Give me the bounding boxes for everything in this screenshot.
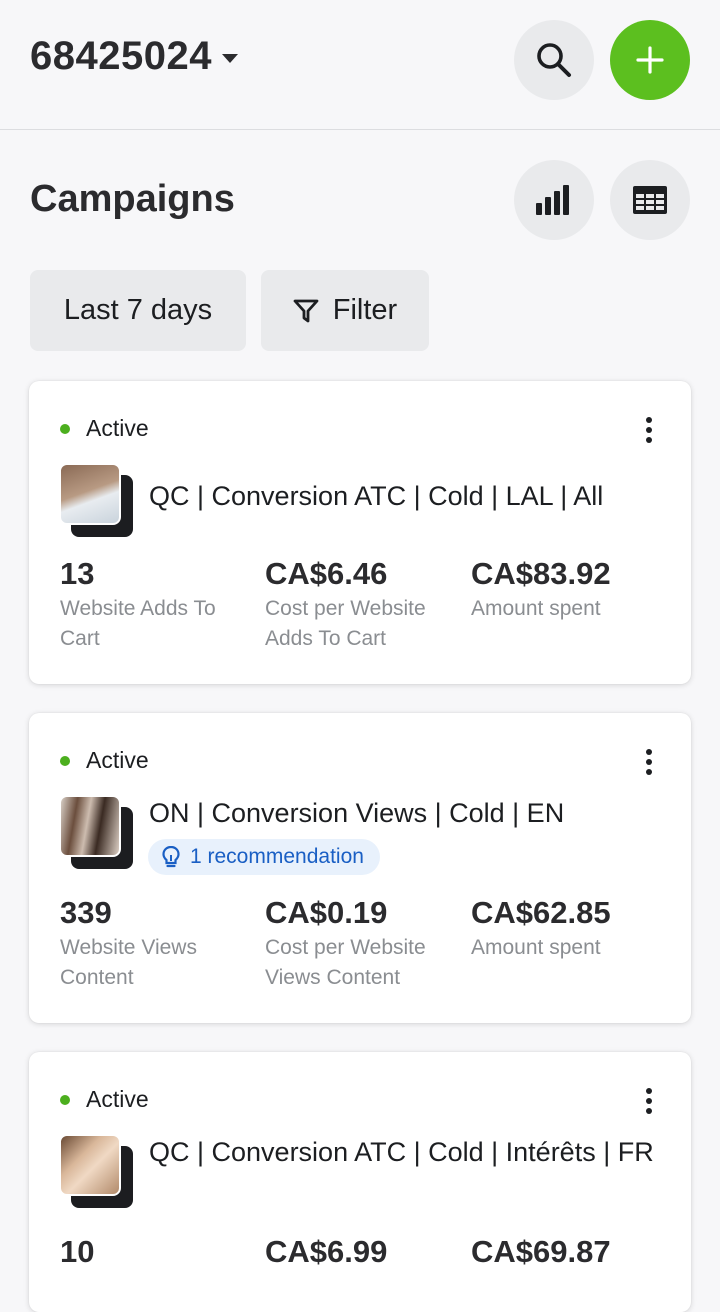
table-icon bbox=[633, 186, 667, 214]
campaign-thumbnail bbox=[59, 463, 133, 537]
insights-button[interactable] bbox=[514, 160, 594, 240]
metric-cost: CA$0.19 Cost per Website Views Content bbox=[265, 895, 465, 993]
metric-label: Website Adds To Cart bbox=[60, 597, 216, 650]
metric-value: 13 bbox=[60, 556, 95, 591]
metric-value: 10 bbox=[60, 1234, 95, 1269]
create-button[interactable] bbox=[610, 20, 690, 100]
recommendation-badge[interactable]: 1 recommendation bbox=[148, 839, 380, 875]
campaign-thumbnail bbox=[59, 1134, 133, 1208]
metric-spent: CA$69.87 bbox=[471, 1234, 671, 1270]
more-options-icon[interactable] bbox=[645, 417, 653, 443]
metric-label: Amount spent bbox=[471, 597, 601, 620]
metric-value: CA$83.92 bbox=[471, 556, 611, 591]
status-indicator: Active bbox=[60, 1086, 149, 1113]
search-button[interactable] bbox=[514, 20, 594, 100]
active-dot-icon bbox=[60, 423, 70, 434]
status-indicator: Active bbox=[60, 747, 149, 774]
metric-results: 339 Website Views Content bbox=[60, 895, 260, 993]
metric-spent: CA$62.85 Amount spent bbox=[471, 895, 671, 963]
plus-icon bbox=[636, 46, 664, 74]
campaign-card[interactable]: Active QC | Conversion ATC | Cold | LAL … bbox=[29, 381, 691, 684]
account-selector[interactable]: 68425024 bbox=[30, 34, 238, 79]
filter-button[interactable]: Filter bbox=[261, 270, 429, 351]
metric-value: CA$62.85 bbox=[471, 895, 611, 930]
status-label: Active bbox=[86, 747, 149, 773]
metric-label: Cost per Website Views Content bbox=[265, 936, 426, 989]
page-title: Campaigns bbox=[30, 178, 235, 220]
top-bar: 68425024 bbox=[0, 0, 720, 130]
status-indicator: Active bbox=[60, 415, 149, 442]
date-range-button[interactable]: Last 7 days bbox=[30, 270, 246, 351]
metric-results: 10 bbox=[60, 1234, 260, 1270]
campaign-thumbnail bbox=[59, 795, 133, 869]
metric-cost: CA$6.99 bbox=[265, 1234, 465, 1270]
table-view-button[interactable] bbox=[610, 160, 690, 240]
metric-value: CA$0.19 bbox=[265, 895, 388, 930]
more-options-icon[interactable] bbox=[645, 1088, 653, 1114]
recommendation-label: 1 recommendation bbox=[190, 845, 364, 868]
status-label: Active bbox=[86, 1086, 149, 1112]
metric-spent: CA$83.92 Amount spent bbox=[471, 556, 671, 624]
metric-cost: CA$6.46 Cost per Website Adds To Cart bbox=[265, 556, 465, 654]
campaign-name: QC | Conversion ATC | Cold | Intérêts | … bbox=[149, 1137, 654, 1167]
active-dot-icon bbox=[60, 1094, 70, 1105]
metric-label: Website Views Content bbox=[60, 936, 197, 989]
metric-value: CA$69.87 bbox=[471, 1234, 611, 1269]
campaign-name: QC | Conversion ATC | Cold | LAL | All bbox=[149, 481, 604, 511]
campaign-card[interactable]: Active QC | Conversion ATC | Cold | Inté… bbox=[29, 1052, 691, 1312]
caret-down-icon bbox=[221, 54, 238, 63]
campaign-card[interactable]: Active ON | Conversion Views | Cold | EN… bbox=[29, 713, 691, 1023]
account-id: 68425024 bbox=[30, 34, 212, 78]
metric-value: 339 bbox=[60, 895, 112, 930]
date-range-label: Last 7 days bbox=[63, 294, 213, 326]
funnel-icon bbox=[293, 299, 319, 322]
more-options-icon[interactable] bbox=[645, 749, 653, 775]
metric-label: Amount spent bbox=[471, 936, 601, 959]
metric-value: CA$6.99 bbox=[265, 1234, 388, 1269]
metric-label: Cost per Website Adds To Cart bbox=[265, 597, 426, 650]
metric-results: 13 Website Adds To Cart bbox=[60, 556, 260, 654]
filter-label: Filter bbox=[332, 294, 398, 326]
campaign-name: ON | Conversion Views | Cold | EN bbox=[149, 798, 565, 828]
lightbulb-icon bbox=[162, 846, 180, 868]
active-dot-icon bbox=[60, 755, 70, 766]
metric-value: CA$6.46 bbox=[265, 556, 388, 591]
bar-chart-icon bbox=[536, 185, 569, 215]
search-icon bbox=[537, 43, 571, 77]
status-label: Active bbox=[86, 415, 149, 441]
